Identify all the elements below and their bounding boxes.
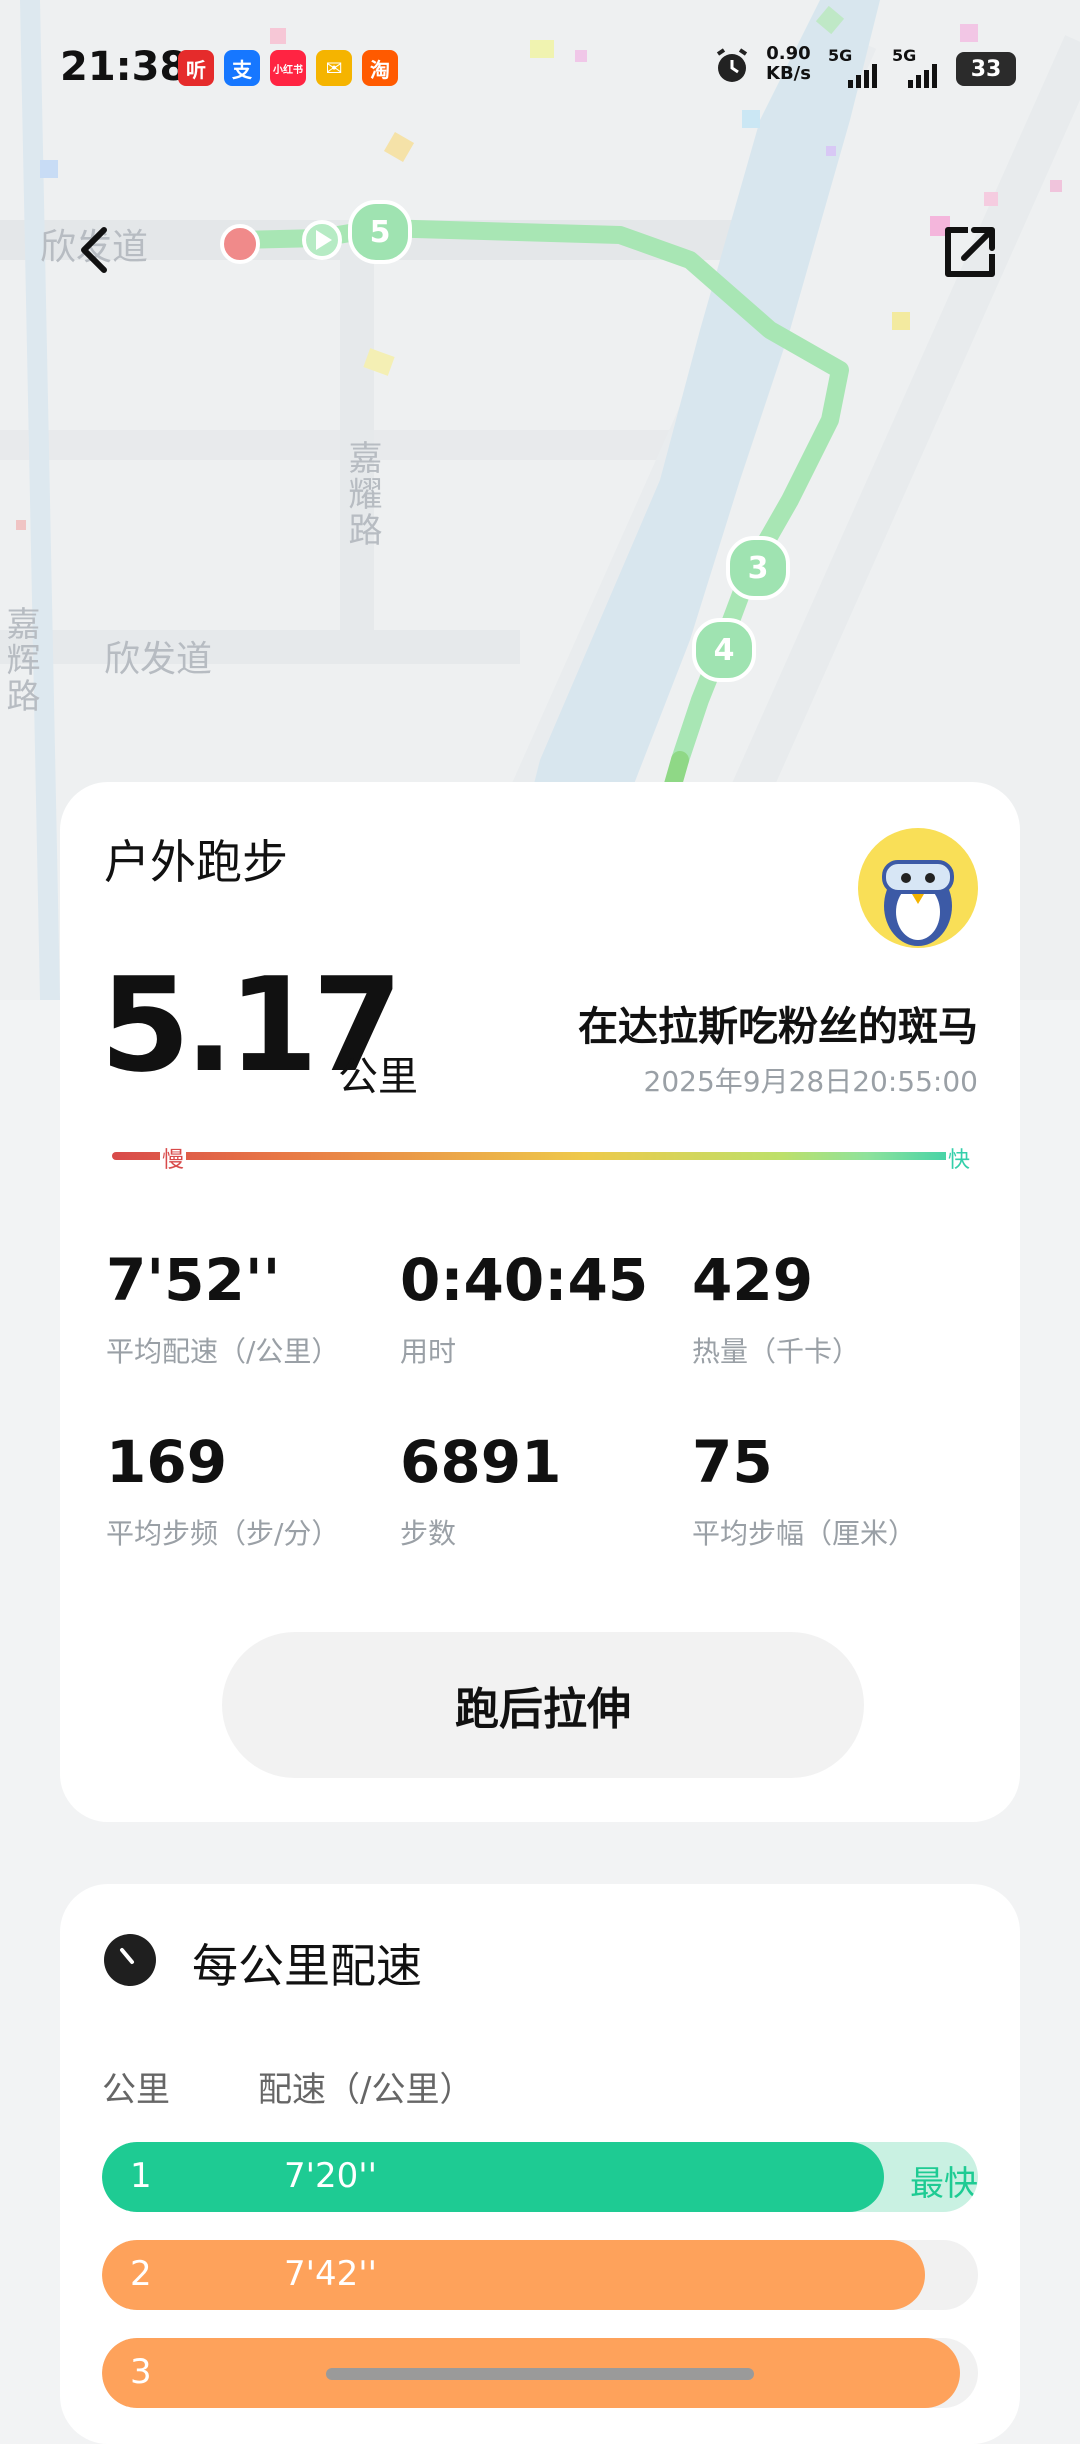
stat-value: 0:40:45 [400, 1246, 649, 1314]
km-pace-row[interactable]: 2 7'42'' [102, 2240, 978, 2310]
stat-label: 步数 [400, 1517, 457, 1550]
km-pace-card: 每公里配速 公里 配速（/公里） 1 7'20'' 最快 2 7'42'' 3 [60, 1884, 1020, 2444]
penguin-avatar-icon [882, 860, 954, 946]
stat-value: 75 [692, 1428, 773, 1496]
activity-title: 户外跑步 [104, 835, 288, 889]
stat-cadence: 169 平均步频（步/分） [106, 1430, 339, 1552]
mail-app-icon: ✉ [316, 50, 352, 86]
stat-stride: 75 平均步幅（厘米） [692, 1430, 916, 1552]
km-pace-value: 7'20'' [284, 2156, 377, 2196]
km-marker: 5 [348, 200, 412, 264]
column-header-pace: 配速（/公里） [258, 2070, 474, 2110]
pace-section-title: 每公里配速 [192, 1939, 422, 1993]
stat-label: 平均步幅（厘米） [692, 1517, 917, 1550]
stat-avg-pace: 7'52'' 平均配速（/公里） [106, 1248, 339, 1370]
km-number: 2 [130, 2254, 152, 2294]
stat-value: 429 [692, 1246, 814, 1314]
home-indicator[interactable] [326, 2368, 754, 2380]
stat-value: 7'52'' [106, 1246, 281, 1314]
xiaohongshu-app-icon: 小红书 [270, 50, 306, 86]
back-button[interactable] [70, 220, 120, 280]
status-time: 21:38 [60, 44, 188, 90]
ting-app-icon: 听 [178, 50, 214, 86]
stat-duration: 0:40:45 用时 [400, 1248, 648, 1370]
post-run-stretch-button[interactable]: 跑后拉伸 [222, 1632, 864, 1778]
signal-bars-icon [848, 64, 877, 88]
net-speed-value: 0.90 [766, 43, 811, 64]
stat-steps: 6891 步数 [400, 1430, 561, 1552]
distance-unit: 公里 [338, 1054, 418, 1100]
avatar[interactable] [858, 828, 978, 948]
stat-label: 平均配速（/公里） [106, 1335, 340, 1368]
km-pace-bar [102, 2142, 885, 2212]
pace-color-scale: 慢 快 [112, 1142, 973, 1174]
share-button[interactable] [940, 222, 1000, 282]
run-summary-card: 户外跑步 5.17 公里 在达拉斯吃粉丝的斑马 2025年9月28日20:55:… [60, 782, 1020, 1822]
km-pace-value: 7'42'' [284, 2254, 377, 2294]
battery-indicator: 33 [956, 52, 1016, 86]
alarm-icon [716, 48, 748, 82]
stat-label: 热量（千卡） [692, 1335, 861, 1368]
stat-label: 用时 [400, 1335, 457, 1368]
km-number: 1 [130, 2156, 152, 2196]
fastest-tag: 最快 [910, 2164, 978, 2204]
stat-calories: 429 热量（千卡） [692, 1248, 860, 1370]
user-name: 在达拉斯吃粉丝的斑马 [578, 1004, 978, 1050]
km-pace-bar [102, 2240, 925, 2310]
map-street-label: 嘉辉路 [0, 606, 40, 714]
pace-scale-slow-label: 慢 [160, 1142, 187, 1174]
run-datetime: 2025年9月28日20:55:00 [643, 1065, 978, 1098]
signal-bars-icon [908, 64, 937, 88]
km-marker: 3 [726, 536, 790, 600]
km-pace-row[interactable]: 1 7'20'' 最快 [102, 2142, 978, 2212]
stat-value: 169 [106, 1428, 228, 1496]
km-marker: 4 [692, 618, 756, 682]
net-speed: 0.90 KB/s [766, 44, 811, 84]
km-number: 3 [130, 2352, 152, 2392]
pace-scale-fast-label: 快 [946, 1142, 973, 1174]
stat-label: 平均步频（步/分） [106, 1517, 340, 1550]
pace-gradient-bar [112, 1152, 970, 1160]
alipay-app-icon: 支 [224, 50, 260, 86]
stopwatch-icon [104, 1934, 156, 1986]
taobao-app-icon: 淘 [362, 50, 398, 86]
stat-value: 6891 [400, 1428, 562, 1496]
net-speed-unit: KB/s [766, 63, 811, 84]
map-street-label: 嘉耀路 [342, 440, 382, 548]
column-header-km: 公里 [102, 2070, 170, 2110]
map-street-label: 欣发道 [104, 639, 213, 680]
status-bar: 21:38 听 支 小红书 ✉ 淘 0.90 KB/s 5G 5G 33 [0, 0, 1080, 140]
